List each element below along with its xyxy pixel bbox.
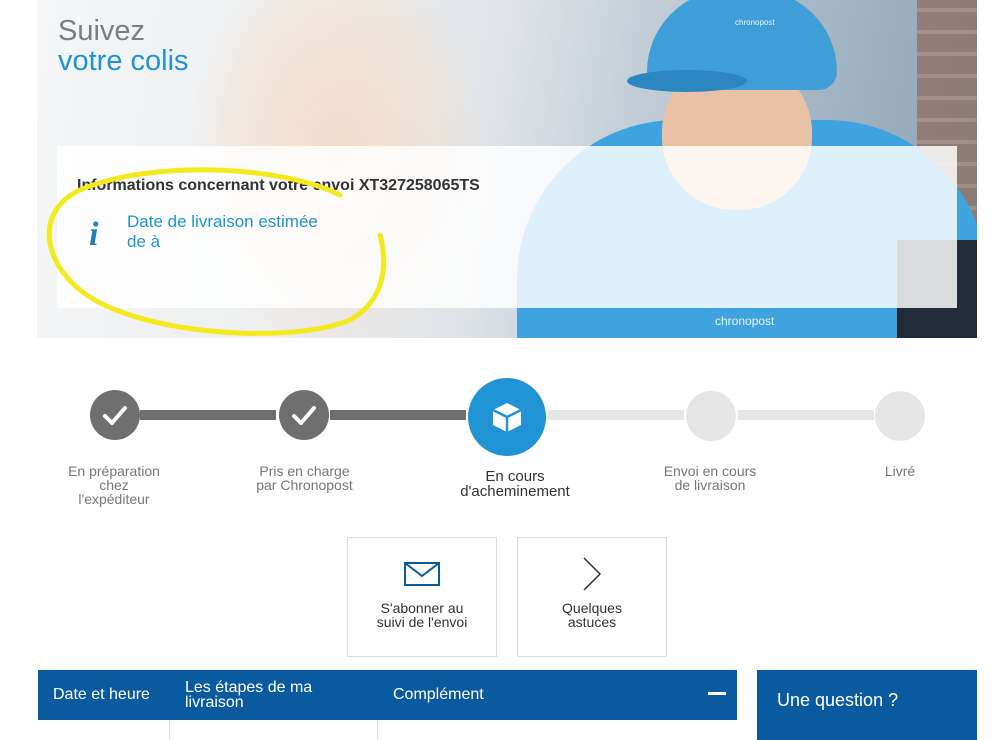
step-4-label-line2: de livraison	[674, 477, 746, 493]
step-3-label: En cours d'acheminement	[440, 469, 590, 499]
hero-cap-logo: chronopost	[735, 18, 775, 27]
chevron-right-icon	[583, 557, 602, 591]
progress-line-4	[738, 410, 874, 420]
checkmark-icon	[292, 406, 316, 425]
step-2-circle	[279, 390, 329, 440]
column-header-steps-line1: Les étapes de ma	[185, 679, 313, 696]
column-header-complement: Complément	[393, 686, 484, 703]
question-box[interactable]: Une question ?	[757, 670, 977, 740]
tips-button[interactable]: Quelques astuces	[517, 537, 667, 657]
step-1-label-line3: l'expéditeur	[78, 491, 150, 507]
progress-line-1	[140, 410, 276, 420]
subscribe-tracking-label-line1: S'abonner au	[380, 600, 464, 616]
step-4-circle	[686, 391, 736, 441]
step-4-label: Envoi en cours de livraison	[645, 464, 775, 492]
column-header-date: Date et heure	[53, 686, 150, 703]
tracking-table-header: Date et heure Les étapes de ma livraison…	[38, 670, 737, 720]
step-1-label-line1: En préparation	[68, 463, 160, 479]
step-1-label: En préparation chez l'expéditeur	[54, 464, 174, 506]
page-title-line1: Suivez	[58, 15, 146, 47]
hero-shirt-logo: chronopost	[715, 314, 775, 328]
checkmark-icon	[103, 406, 127, 425]
progress-line-2	[330, 410, 466, 420]
subscribe-tracking-button[interactable]: S'abonner au suivi de l'envoi	[347, 537, 497, 657]
tips-label-line1: Quelques	[562, 600, 622, 616]
progress-line-3	[548, 410, 684, 420]
step-2-label-line2: par Chronopost	[256, 477, 353, 493]
column-header-steps-line2: livraison	[185, 694, 244, 711]
question-label: Une question ?	[777, 690, 899, 710]
table-column-divider	[169, 720, 170, 740]
envelope-icon	[404, 562, 440, 586]
step-4-label-line1: Envoi en cours	[663, 463, 757, 479]
step-5-label: Livré	[860, 464, 940, 478]
page-title-line2: votre colis	[58, 45, 189, 77]
step-1-label-line2: chez	[99, 477, 129, 493]
hero-courier-visor	[627, 70, 747, 92]
tips-label: Quelques astuces	[518, 601, 666, 629]
tips-label-line2: astuces	[567, 614, 617, 630]
step-3-circle	[468, 378, 546, 456]
highlight-scribble	[46, 167, 387, 336]
table-column-divider	[377, 720, 378, 740]
step-1-circle	[90, 390, 140, 440]
column-header-steps: Les étapes de ma livraison	[185, 679, 313, 711]
step-3-label-line1: En cours	[485, 468, 545, 485]
subscribe-tracking-label: S'abonner au suivi de l'envoi	[348, 601, 496, 629]
minus-icon[interactable]	[708, 692, 726, 695]
step-2-label: Pris en charge par Chronopost	[237, 464, 372, 492]
subscribe-tracking-label-line2: suivi de l'envoi	[376, 614, 468, 630]
package-icon	[492, 403, 522, 432]
step-3-label-line2: d'acheminement	[460, 483, 570, 500]
step-5-label-line1: Livré	[884, 463, 916, 479]
step-2-label-line1: Pris en charge	[259, 463, 350, 479]
step-5-circle	[875, 391, 925, 441]
